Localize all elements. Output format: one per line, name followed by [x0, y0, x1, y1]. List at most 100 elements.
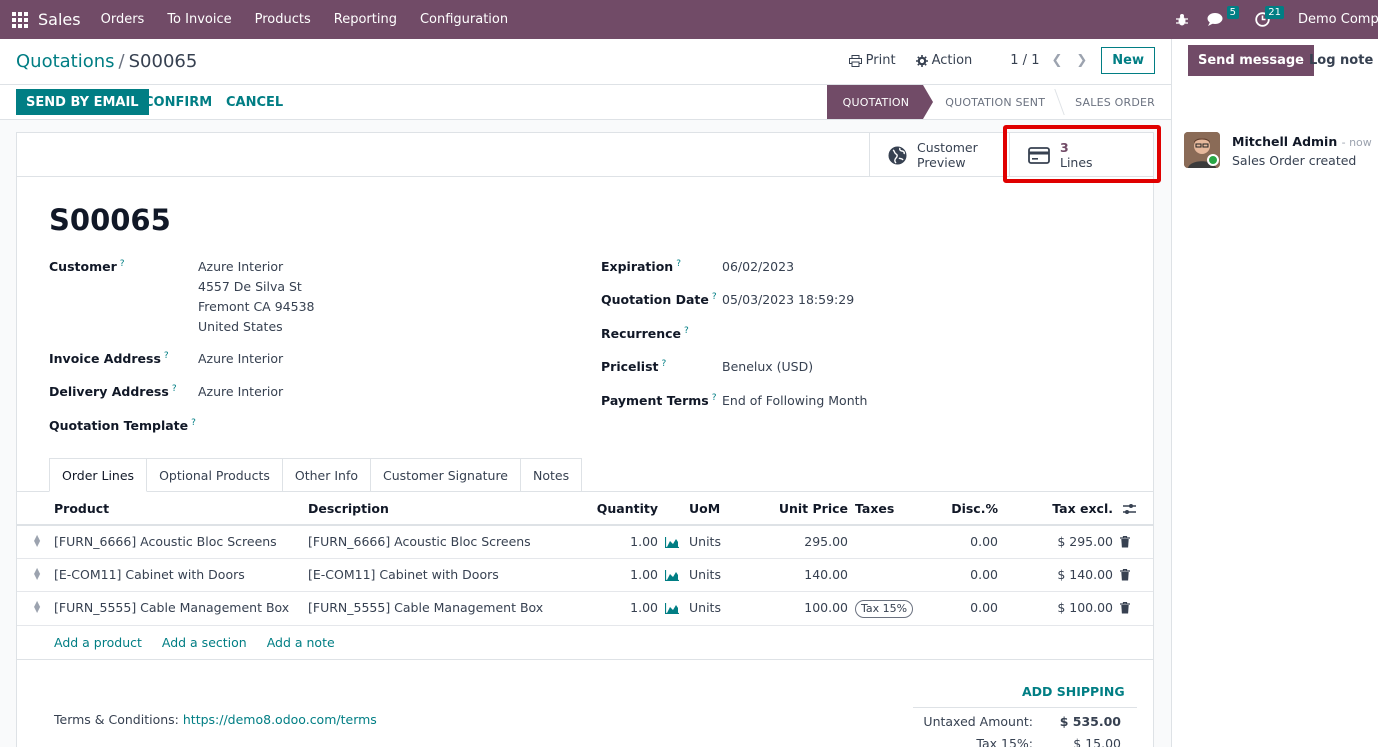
row-product[interactable]: [FURN_5555] Cable Management Box: [54, 600, 289, 615]
col-description[interactable]: Description: [308, 501, 389, 516]
menu-orders[interactable]: Orders: [101, 12, 145, 27]
menu-products[interactable]: Products: [255, 12, 311, 27]
online-status-icon: [1207, 154, 1219, 166]
row-unit-price[interactable]: 140.00: [804, 567, 848, 582]
control-panel: Quotations / S00065 Print Action 1 / 1 ❮ ❯…: [0, 39, 1171, 85]
payment-terms-field[interactable]: End of Following Month: [722, 391, 867, 411]
customer-label: Customer?: [49, 259, 125, 275]
customer-field[interactable]: Azure Interior 4557 De Silva St Fremont …: [198, 257, 314, 337]
forecast-chart-icon[interactable]: [665, 537, 679, 548]
customer-preview-button[interactable]: Customer Preview: [869, 133, 1009, 177]
col-unit-price[interactable]: Unit Price: [779, 501, 848, 516]
optional-columns-toggle-icon[interactable]: [1123, 503, 1136, 515]
send-by-email-button[interactable]: SEND BY EMAIL: [16, 89, 149, 115]
delete-trash-icon[interactable]: [1120, 602, 1130, 614]
breadcrumb-quotations-link[interactable]: Quotations: [16, 51, 115, 72]
debug-bug-icon[interactable]: [1175, 13, 1189, 27]
globe-icon: [888, 146, 907, 164]
menu-reporting[interactable]: Reporting: [334, 12, 397, 27]
menu-to-invoice[interactable]: To Invoice: [167, 12, 231, 27]
table-row[interactable]: ▲ ▼ [FURN_6666] Acoustic Bloc Screens [FU…: [17, 526, 1153, 559]
highlight-box: [1003, 125, 1161, 183]
stage-quotation-sent[interactable]: QUOTATION SENT: [923, 85, 1059, 119]
delete-trash-icon[interactable]: [1120, 569, 1130, 581]
tab-other-info[interactable]: Other Info: [282, 458, 371, 492]
col-uom[interactable]: UoM: [689, 501, 720, 516]
add-note-link[interactable]: Add a note: [267, 635, 335, 650]
col-disc[interactable]: Disc.%: [951, 501, 998, 516]
pager-value[interactable]: 1 / 1: [1010, 53, 1039, 68]
col-taxes[interactable]: Taxes: [855, 501, 894, 516]
pager-next-icon[interactable]: ❯: [1076, 53, 1087, 68]
table-row[interactable]: ▲ ▼ [FURN_5555] Cable Management Box [FUR…: [17, 592, 1153, 626]
confirm-button[interactable]: CONFIRM: [144, 89, 212, 115]
row-unit-price[interactable]: 295.00: [804, 534, 848, 549]
col-tax-excl[interactable]: Tax excl.: [1052, 501, 1113, 516]
row-uom[interactable]: Units: [689, 600, 721, 615]
row-disc[interactable]: 0.00: [970, 534, 998, 549]
pricelist-field[interactable]: Benelux (USD): [722, 357, 813, 377]
delete-trash-icon[interactable]: [1120, 536, 1130, 548]
row-product[interactable]: [E-COM11] Cabinet with Doors: [54, 567, 245, 582]
terms-link[interactable]: https://demo8.odoo.com/terms: [183, 712, 377, 727]
order-lines-header: Product Description Quantity UoM Unit Pr…: [17, 492, 1153, 526]
row-quantity[interactable]: 1.00: [630, 600, 658, 615]
action-button[interactable]: Action: [915, 53, 972, 68]
row-product[interactable]: [FURN_6666] Acoustic Bloc Screens: [54, 534, 277, 549]
new-button[interactable]: New: [1101, 47, 1155, 74]
row-subtotal: $ 295.00: [1057, 534, 1113, 549]
menu-configuration[interactable]: Configuration: [420, 12, 508, 27]
terms-label: Terms & Conditions:: [54, 712, 179, 727]
tab-customer-signature[interactable]: Customer Signature: [371, 458, 521, 492]
add-product-link[interactable]: Add a product: [54, 635, 142, 650]
row-disc[interactable]: 0.00: [970, 567, 998, 582]
row-description[interactable]: [FURN_5555] Cable Management Box: [308, 600, 543, 615]
print-button[interactable]: Print: [848, 53, 896, 68]
messages-icon[interactable]: 5: [1207, 6, 1239, 27]
chatter-panel: Send message Log note Mitchell Admin - n…: [1171, 39, 1378, 747]
drag-handle-icon[interactable]: ▲ ▼: [34, 600, 42, 614]
log-note-button[interactable]: Log note: [1309, 45, 1373, 76]
status-row: SEND BY EMAIL CONFIRM CANCEL QUOTATION Q…: [0, 85, 1171, 120]
row-quantity[interactable]: 1.00: [630, 534, 658, 549]
tab-notes[interactable]: Notes: [521, 458, 583, 492]
app-name[interactable]: Sales: [38, 10, 81, 29]
cancel-button[interactable]: CANCEL: [226, 89, 283, 115]
expiration-field[interactable]: 06/02/2023: [722, 257, 794, 277]
drag-handle-icon[interactable]: ▲ ▼: [34, 567, 42, 581]
add-section-link[interactable]: Add a section: [162, 635, 247, 650]
add-shipping-button[interactable]: ADD SHIPPING: [1022, 684, 1125, 699]
quotation-date-field[interactable]: 05/03/2023 18:59:29: [722, 290, 854, 310]
drag-handle-icon[interactable]: ▲ ▼: [34, 534, 42, 548]
delivery-address-field[interactable]: Azure Interior: [198, 382, 283, 402]
stage-sales-order[interactable]: SALES ORDER: [1059, 85, 1155, 119]
row-description[interactable]: [E-COM11] Cabinet with Doors: [308, 567, 499, 582]
col-product[interactable]: Product: [54, 501, 109, 516]
activities-clock-icon[interactable]: 21: [1255, 6, 1284, 27]
pricelist-label: Pricelist?: [601, 359, 667, 375]
tab-optional-products[interactable]: Optional Products: [147, 458, 283, 492]
apps-menu-icon[interactable]: [12, 11, 28, 28]
row-quantity[interactable]: 1.00: [630, 567, 658, 582]
stage-quotation[interactable]: QUOTATION: [826, 85, 933, 119]
invoice-address-field[interactable]: Azure Interior: [198, 349, 283, 369]
col-quantity[interactable]: Quantity: [597, 501, 658, 516]
row-disc[interactable]: 0.00: [970, 600, 998, 615]
table-row[interactable]: ▲ ▼ [E-COM11] Cabinet with Doors [E-COM11…: [17, 559, 1153, 592]
message-time: - now: [1341, 136, 1372, 149]
tab-order-lines[interactable]: Order Lines: [49, 458, 148, 492]
pager-previous-icon[interactable]: ❮: [1051, 53, 1062, 68]
message-author: Mitchell Admin - now: [1232, 134, 1372, 149]
forecast-chart-icon[interactable]: [665, 603, 679, 614]
row-unit-price[interactable]: 100.00: [804, 600, 848, 615]
send-message-button[interactable]: Send message: [1188, 45, 1314, 76]
forecast-chart-icon[interactable]: [665, 570, 679, 581]
row-uom[interactable]: Units: [689, 567, 721, 582]
expiration-label: Expiration?: [601, 259, 681, 275]
tax-tag[interactable]: Tax 15%: [855, 600, 914, 618]
company-switcher[interactable]: Demo Compa: [1298, 12, 1378, 27]
row-uom[interactable]: Units: [689, 534, 721, 549]
activities-count-badge: 21: [1265, 6, 1284, 19]
row-description[interactable]: [FURN_6666] Acoustic Bloc Screens: [308, 534, 531, 549]
messages-count-badge: 5: [1226, 6, 1239, 19]
